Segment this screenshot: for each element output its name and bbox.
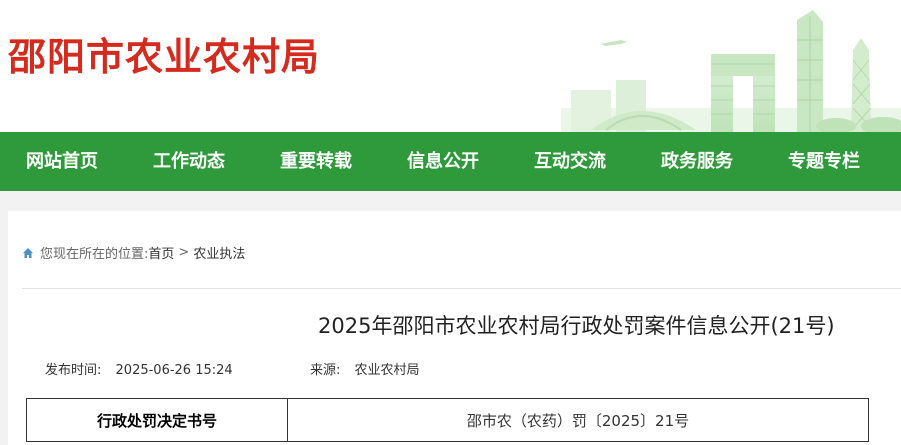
table-row: 行政处罚决定书号 邵市农（农药）罚〔2025〕21号	[26, 398, 869, 442]
article-title: 2025年邵阳市农业农村局行政处罚案件信息公开(21号)	[318, 314, 835, 338]
breadcrumb-home-link[interactable]: 首页	[148, 243, 174, 262]
site-header: 邵阳市农业农村局	[0, 0, 901, 132]
publish-meta: 发布时间: 2025-06-26 15:24	[45, 359, 233, 378]
source-meta: 来源: 农业农村局	[310, 359, 420, 378]
table-value-cell: 邵市农（农药）罚〔2025〕21号	[287, 398, 869, 442]
source-label: 来源:	[310, 363, 341, 378]
source-value: 农业农村局	[354, 363, 420, 378]
table-key-cell: 行政处罚决定书号	[26, 398, 288, 442]
breadcrumb-current-link[interactable]: 农业执法	[193, 243, 245, 262]
nav-item-work-news[interactable]: 工作动态	[153, 132, 225, 191]
nav-item-interaction[interactable]: 互动交流	[534, 132, 606, 191]
skyline-illustration	[561, 10, 901, 132]
nav-item-special-topics[interactable]: 专题专栏	[788, 132, 860, 191]
site-title[interactable]: 邵阳市农业农村局	[8, 26, 320, 81]
publish-time: 2025-06-26 15:24	[115, 363, 233, 378]
main-nav: 网站首页 工作动态 重要转载 信息公开 互动交流 政务服务 专题专栏	[0, 132, 901, 191]
case-info-table: 行政处罚决定书号 邵市农（农药）罚〔2025〕21号	[26, 398, 869, 442]
publish-label: 发布时间:	[45, 363, 102, 378]
nav-item-reprints[interactable]: 重要转载	[280, 132, 352, 191]
home-icon	[23, 247, 33, 258]
breadcrumb-prefix: 您现在所在的位置:	[40, 247, 149, 262]
divider	[22, 288, 901, 289]
breadcrumb-separator: >	[178, 245, 190, 260]
nav-item-gov-services[interactable]: 政务服务	[661, 132, 733, 191]
nav-item-home[interactable]: 网站首页	[26, 132, 98, 191]
nav-item-info-disclosure[interactable]: 信息公开	[407, 132, 479, 191]
content-panel: 您现在所在的位置: 首页 > 农业执法 2025年邵阳市农业农村局行政处罚案件信…	[8, 211, 901, 445]
breadcrumb: 您现在所在的位置: 首页 > 农业执法	[22, 243, 245, 262]
